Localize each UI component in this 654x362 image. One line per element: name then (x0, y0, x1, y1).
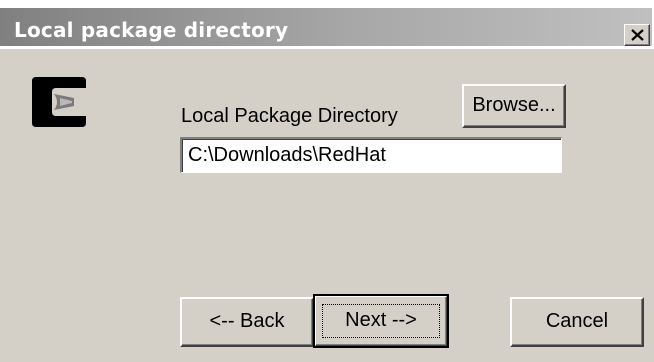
dialog-window: Local package directory Local Package Di… (0, 0, 654, 362)
close-icon (631, 29, 644, 41)
local-package-directory-label: Local Package Directory (181, 105, 398, 127)
title-bar[interactable]: Local package directory (0, 8, 652, 46)
back-button[interactable]: <-- Back (180, 297, 314, 347)
back-button-label: <-- Back (209, 310, 285, 332)
next-button[interactable]: Next --> (313, 294, 449, 348)
cancel-button-label: Cancel (545, 310, 609, 332)
cygwin-logo-icon (30, 74, 90, 130)
browse-button[interactable]: Browse... (462, 84, 566, 128)
close-button[interactable] (624, 24, 650, 46)
next-button-label: Next --> (345, 309, 417, 331)
title-bar-area: Local package directory (0, 0, 654, 49)
directory-path-input[interactable] (180, 137, 562, 173)
cancel-button[interactable]: Cancel (510, 297, 644, 347)
browse-button-label: Browse... (472, 94, 556, 116)
window-title: Local package directory (14, 18, 289, 42)
